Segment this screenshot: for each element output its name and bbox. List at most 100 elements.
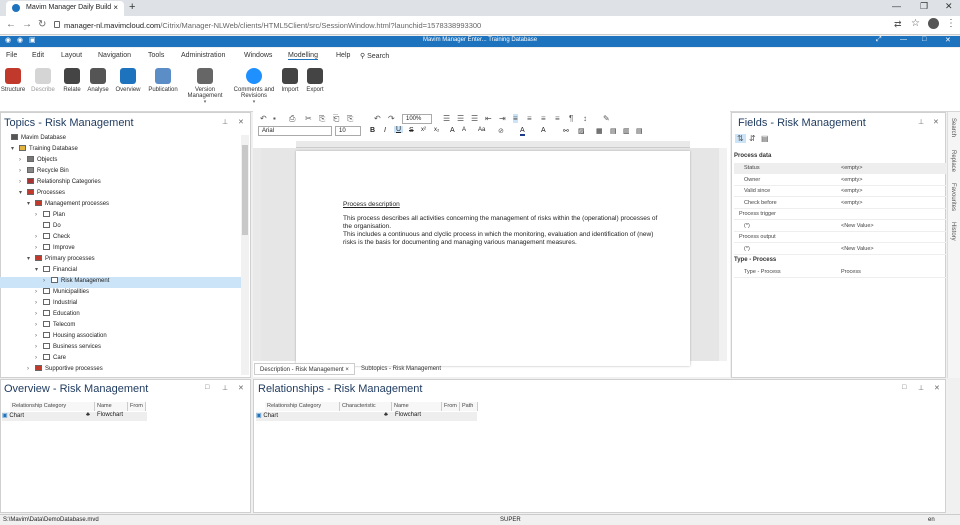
tree-item[interactable]: › Improve	[0, 244, 241, 255]
editor-scrollbar[interactable]	[719, 148, 727, 361]
close-window-icon[interactable]: ✕	[945, 1, 953, 12]
chevron-right-icon[interactable]: ›	[35, 300, 43, 306]
pin-icon[interactable]: ⊥	[222, 118, 228, 126]
paragraph-mark-icon[interactable]: ¶	[569, 114, 573, 123]
browser-menu-icon[interactable]: ⋮	[946, 18, 956, 29]
chevron-down-icon[interactable]: ▾	[35, 266, 43, 273]
chevron-down-icon[interactable]: ▾	[27, 200, 35, 207]
clear-format-icon[interactable]: ⊘	[498, 127, 504, 135]
app-maximize-icon[interactable]: □	[922, 36, 926, 43]
menu-administration[interactable]: Administration	[181, 52, 225, 59]
strikethrough-icon[interactable]: S	[409, 127, 414, 134]
new-tab-button[interactable]: +	[129, 1, 135, 13]
tree-item[interactable]: › Recycle Bin	[0, 167, 241, 178]
search-menu[interactable]: ⚲ Search	[360, 52, 389, 60]
reload-icon[interactable]: ↻	[38, 19, 46, 30]
chevron-right-icon[interactable]: ›	[35, 355, 43, 361]
menu-navigation[interactable]: Navigation	[98, 52, 131, 59]
chevron-down-icon[interactable]: ▾	[27, 255, 35, 262]
tree-item[interactable]: › Housing association	[0, 332, 241, 343]
export-button[interactable]: Export	[298, 66, 332, 93]
highlight-icon[interactable]: ✎	[603, 114, 610, 123]
tree-item[interactable]: Do	[0, 222, 241, 233]
tree-item[interactable]: › Objects	[0, 156, 241, 167]
fields-close-icon[interactable]: ✕	[933, 118, 939, 126]
tree-item[interactable]: ▾ Primary processes	[0, 255, 241, 266]
chevron-right-icon[interactable]: ›	[43, 278, 51, 284]
forward-icon[interactable]: →	[22, 19, 32, 30]
tree-item[interactable]: › Relationship Categories	[0, 178, 241, 189]
relationships-col-name[interactable]: Name	[392, 402, 442, 411]
fields-pin-icon[interactable]: ⊥	[918, 118, 924, 126]
print-icon[interactable]: ⎙	[289, 114, 295, 124]
overview-col-from[interactable]: From	[128, 402, 146, 411]
tree-item[interactable]: › Municipalities	[0, 288, 241, 299]
field-row[interactable]: Process trigger	[734, 209, 946, 220]
chevron-right-icon[interactable]: ›	[27, 366, 35, 372]
chevron-right-icon[interactable]: ›	[35, 333, 43, 339]
menu-edit[interactable]: Edit	[32, 52, 44, 59]
side-tab-history[interactable]: History	[950, 222, 956, 241]
align-right-icon[interactable]: ≡	[541, 114, 546, 123]
decrease-indent-icon[interactable]: ⇤	[485, 114, 492, 123]
overview-button[interactable]: Overview	[111, 66, 145, 93]
field-row-type[interactable]: Type - Process Process	[734, 267, 946, 278]
tree-item[interactable]: › Business services	[0, 343, 241, 354]
relationships-float-icon[interactable]: □	[902, 384, 906, 391]
field-value[interactable]: <empty>	[841, 177, 862, 183]
overview-close-icon[interactable]: ✕	[238, 384, 244, 392]
outline-list-icon[interactable]: ☰	[471, 114, 478, 123]
numbered-list-icon[interactable]: ☰	[457, 114, 464, 123]
undo-icon[interactable]: ↶	[374, 114, 381, 123]
relationships-close-icon[interactable]: ✕	[934, 384, 940, 392]
profile-avatar-icon[interactable]	[928, 18, 939, 29]
tree-item[interactable]: ▾ Management processes	[0, 200, 241, 211]
tree-item[interactable]: ▾ Training Database	[0, 145, 241, 156]
increase-indent-icon[interactable]: ⇥	[499, 114, 506, 123]
font-size-select[interactable]: 10	[335, 126, 361, 136]
bookmark-star-icon[interactable]: ☆	[911, 18, 920, 29]
cut-icon[interactable]: ✂	[305, 114, 312, 123]
tree-item[interactable]: › Education	[0, 310, 241, 321]
chevron-down-icon[interactable]: ▾	[19, 189, 27, 196]
field-value[interactable]: <empty>	[841, 200, 862, 206]
tree-item[interactable]: › Risk Management	[0, 277, 241, 288]
close-panel-icon[interactable]: ✕	[238, 118, 244, 126]
menu-help[interactable]: Help	[336, 52, 350, 59]
overview-pin-icon[interactable]: ⊥	[222, 384, 228, 392]
chevron-right-icon[interactable]: ›	[35, 322, 43, 328]
side-tab-favourites[interactable]: Favourites	[950, 183, 956, 211]
undo-back-icon[interactable]: ↶	[260, 114, 267, 123]
app-fullscreen-icon[interactable]: ⤢	[876, 36, 882, 44]
shrink-font-icon[interactable]: A	[462, 127, 466, 133]
line-spacing-icon[interactable]: ↕	[583, 114, 587, 123]
chevron-right-icon[interactable]: ›	[35, 344, 43, 350]
menu-tools[interactable]: Tools	[148, 52, 164, 59]
field-value[interactable]: <New Value>	[841, 223, 874, 229]
restore-window-icon[interactable]: ❐	[920, 1, 928, 12]
topics-scrollbar[interactable]	[241, 135, 249, 375]
field-row[interactable]: Owner <empty>	[734, 175, 946, 186]
url-field[interactable]: manager-nl.mavimcloud.com/Citrix/Manager…	[52, 19, 882, 32]
menu-file[interactable]: File	[6, 52, 17, 59]
tree-item[interactable]: ▾ Financial	[0, 266, 241, 277]
menu-layout[interactable]: Layout	[61, 52, 82, 59]
underline-icon[interactable]: U	[394, 126, 404, 133]
chevron-down-icon[interactable]: ▾	[11, 145, 19, 152]
overview-float-icon[interactable]: □	[205, 384, 209, 391]
tree-item[interactable]: › Supportive processes	[0, 365, 241, 374]
bullet-list-icon[interactable]: ☰	[443, 114, 450, 123]
tab-subtopics[interactable]: Subtopics - Risk Management	[356, 363, 446, 375]
save-icon[interactable]: ▪	[273, 114, 276, 123]
overview-col-name[interactable]: Name	[95, 402, 128, 411]
zoom-select[interactable]: 100%	[402, 114, 432, 124]
relationships-col-characteristic[interactable]: Characteristic	[340, 402, 392, 411]
insert-field-icon[interactable]: ▤	[610, 127, 617, 135]
field-value[interactable]: <empty>	[841, 188, 862, 194]
field-row[interactable]: (*) <New Value>	[734, 244, 946, 255]
tree-item[interactable]: › Telecom	[0, 321, 241, 332]
chevron-right-icon[interactable]: ›	[19, 168, 27, 174]
chevron-right-icon[interactable]: ›	[19, 179, 27, 185]
field-value[interactable]: <New Value>	[841, 246, 874, 252]
relationships-pin-icon[interactable]: ⊥	[918, 384, 924, 392]
